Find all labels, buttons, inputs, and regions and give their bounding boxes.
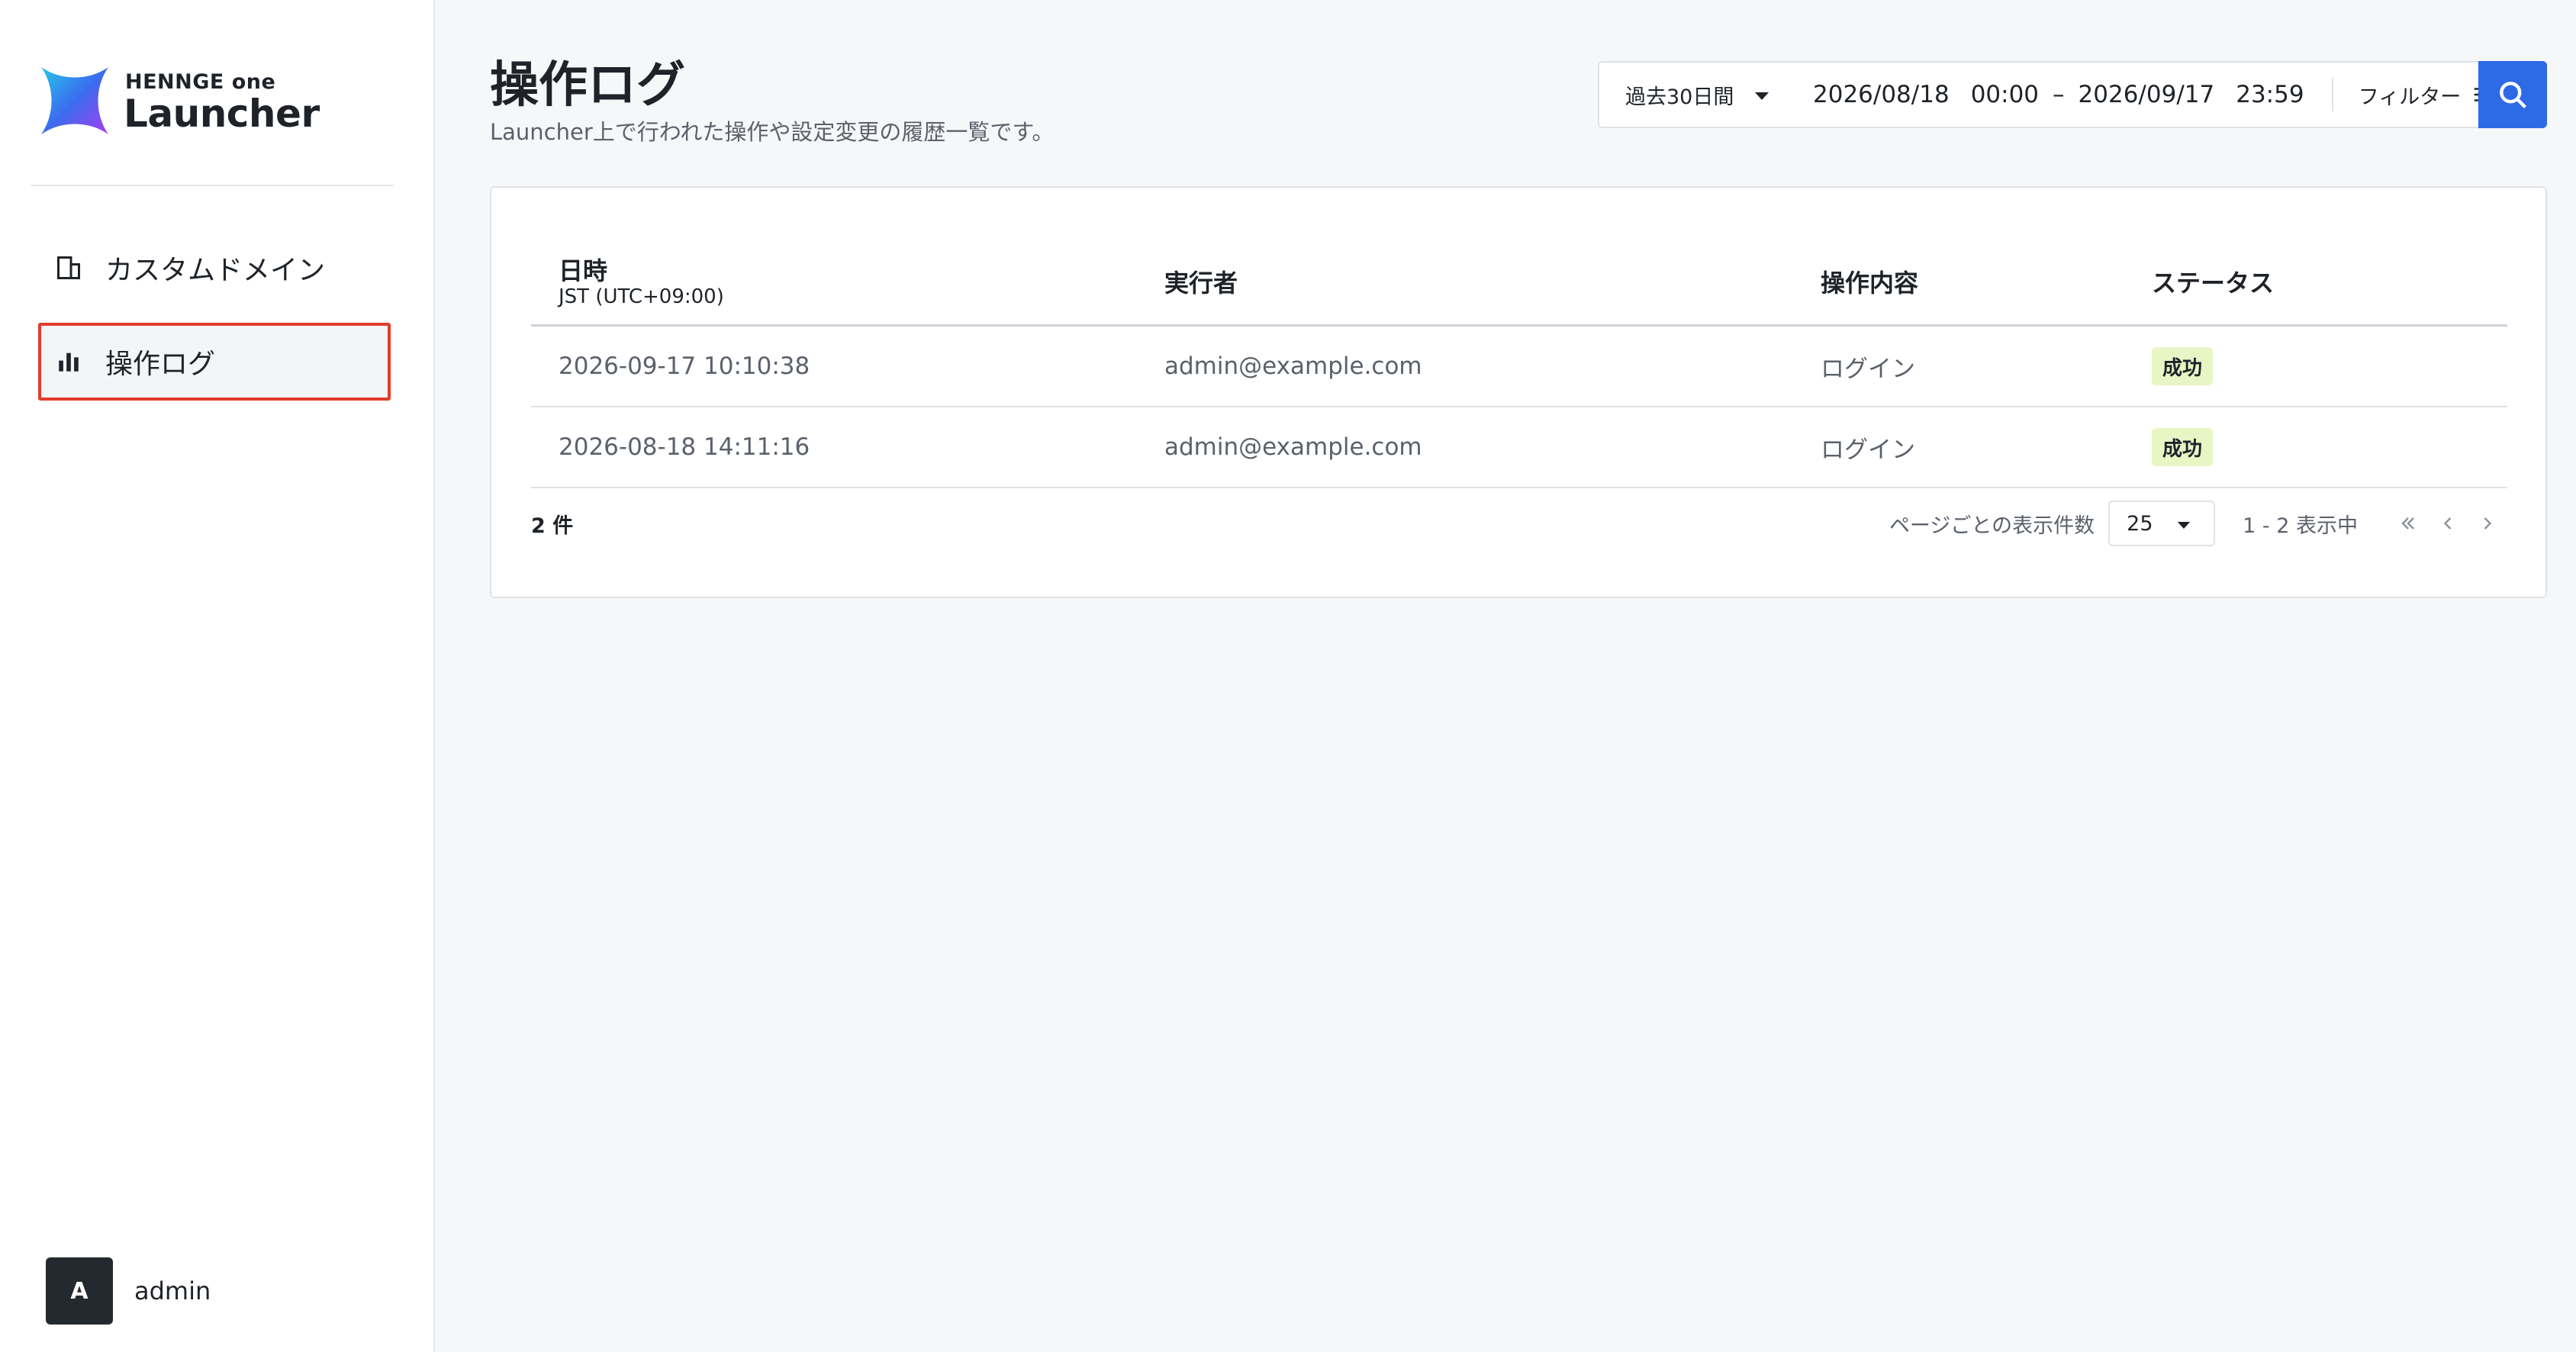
- cell-datetime: 2026-08-18 14:11:16: [559, 433, 810, 461]
- sidebar-item-label: カスタムドメイン: [105, 255, 326, 286]
- user-name: admin: [134, 1276, 211, 1305]
- brand-small-text: HENNGE one: [125, 70, 276, 94]
- end-date: 2026/09/17: [2078, 81, 2215, 108]
- status-badge: 成功: [2152, 428, 2214, 466]
- column-header-timezone: JST (UTC+09:00): [559, 285, 724, 308]
- log-table-card: 日時 JST (UTC+09:00) 実行者 操作内容 ステータス 2026-0…: [490, 186, 2547, 598]
- chevron-left-icon: [2443, 517, 2452, 530]
- brand-big-text: Launcher: [124, 92, 320, 136]
- prev-page-button[interactable]: [2428, 504, 2468, 543]
- table-header: 日時 JST (UTC+09:00) 実行者 操作内容 ステータス: [531, 240, 2507, 327]
- column-header-status: ステータス: [2152, 269, 2275, 298]
- column-header-datetime: 日時: [559, 256, 608, 285]
- cell-status: 成功: [2152, 327, 2214, 406]
- date-range-preset-select[interactable]: 過去30日間: [1599, 63, 1790, 127]
- table-row: 2026-08-18 14:11:16 admin@example.com ログ…: [531, 407, 2507, 488]
- cell-actor: admin@example.com: [1164, 433, 1422, 461]
- cell-action: ログイン: [1821, 355, 1915, 383]
- sidebar-item-custom-domain[interactable]: カスタムドメイン: [38, 229, 391, 307]
- log-toolbar: 過去30日間 2026/08/18 00:00 – 2026/09/17 23:…: [1598, 61, 2547, 128]
- search-button[interactable]: [2478, 61, 2547, 128]
- date-range-preset-label: 過去30日間: [1625, 85, 1734, 109]
- date-separator: –: [2053, 81, 2065, 108]
- brand-logo[interactable]: HENNGE one Launcher: [38, 64, 320, 140]
- end-time: 23:59: [2236, 81, 2304, 108]
- next-page-button[interactable]: [2468, 504, 2507, 543]
- per-page-select[interactable]: 25: [2108, 501, 2216, 546]
- page-subtitle: Launcher上で行われた操作や設定変更の履歴一覧です。: [490, 119, 1055, 145]
- caret-down-icon: [2176, 512, 2191, 536]
- sidebar-item-label: 操作ログ: [105, 349, 216, 380]
- chevrons-left-icon: [2401, 517, 2414, 530]
- caret-down-icon: [1753, 83, 1770, 107]
- date-range-input[interactable]: 2026/08/18 00:00 – 2026/09/17 23:59: [1790, 63, 2332, 127]
- sidebar-divider: [31, 185, 394, 186]
- launcher-logo-icon: [41, 67, 108, 134]
- cell-datetime: 2026-09-17 10:10:38: [559, 352, 810, 380]
- bar-chart-icon: [53, 346, 84, 377]
- pagination: ページごとの表示件数 25 1 - 2 表示中: [1889, 501, 2507, 546]
- filter-label: フィルター: [2358, 85, 2462, 109]
- page-title: 操作ログ: [490, 57, 685, 114]
- avatar: A: [46, 1257, 113, 1325]
- chevron-right-icon: [2484, 517, 2492, 530]
- total-count: 2 件: [531, 513, 574, 538]
- search-icon: [2500, 82, 2527, 109]
- status-badge: 成功: [2152, 347, 2214, 385]
- table-row: 2026-09-17 10:10:38 admin@example.com ログ…: [531, 327, 2507, 407]
- building-icon: [53, 253, 84, 283]
- per-page-label: ページごとの表示件数: [1889, 513, 2095, 538]
- range-info: 1 - 2 表示中: [2243, 513, 2358, 538]
- cell-actor: admin@example.com: [1164, 352, 1422, 380]
- cell-status: 成功: [2152, 407, 2214, 487]
- per-page-value: 25: [2127, 511, 2153, 536]
- user-profile[interactable]: A admin: [46, 1257, 211, 1325]
- log-table: 日時 JST (UTC+09:00) 実行者 操作内容 ステータス 2026-0…: [531, 240, 2507, 488]
- table-footer: 2 件 ページごとの表示件数 25 1 - 2 表示中: [531, 493, 2507, 554]
- start-date: 2026/08/18: [1813, 81, 1950, 108]
- start-time: 00:00: [1970, 81, 2040, 108]
- sidebar: HENNGE one Launcher カスタムドメイン 操作ログ A admi…: [0, 0, 435, 1352]
- column-header-action: 操作内容: [1821, 269, 1919, 298]
- sidebar-item-operation-log[interactable]: 操作ログ: [38, 323, 391, 401]
- cell-action: ログイン: [1821, 436, 1915, 464]
- column-header-actor: 実行者: [1164, 269, 1238, 298]
- first-page-button[interactable]: [2388, 504, 2428, 543]
